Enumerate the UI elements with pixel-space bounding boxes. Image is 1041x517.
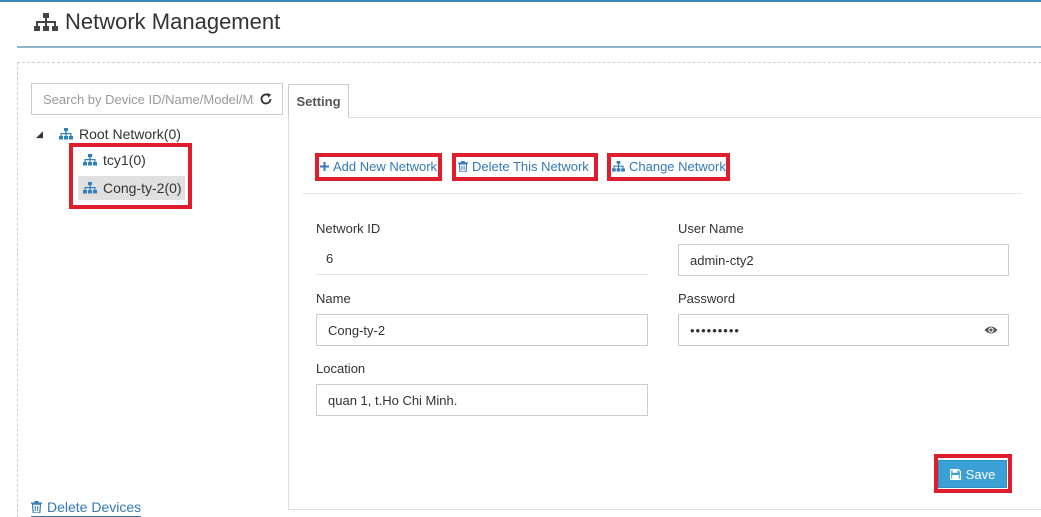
device-search [31, 83, 283, 115]
delete-devices-label: Delete Devices [47, 499, 142, 515]
add-network-button[interactable]: Add New Network [320, 159, 437, 174]
tree-node-cong-ty-2[interactable]: Cong-ty-2(0) [78, 176, 185, 200]
trash-icon [458, 161, 468, 172]
sitemap-icon [34, 13, 58, 31]
tree-node-label: Cong-ty-2(0) [103, 180, 182, 196]
page-header: Network Management [33, 6, 280, 38]
page-title: Network Management [65, 9, 281, 34]
change-network-label: Change Network [629, 159, 726, 174]
refresh-icon[interactable] [254, 87, 278, 111]
network-id-value: 6 [316, 243, 648, 275]
delete-network-label: Delete This Network [472, 159, 589, 174]
delete-devices-link[interactable]: Delete Devices [31, 499, 142, 517]
save-button[interactable]: Save [938, 460, 1007, 488]
location-field[interactable] [316, 384, 648, 416]
delete-network-button[interactable]: Delete This Network [458, 159, 589, 174]
sitemap-icon [612, 161, 625, 172]
user-name-field[interactable] [678, 244, 1009, 276]
name-field[interactable] [316, 314, 648, 346]
trash-icon [31, 501, 42, 513]
tree-root-label: Root Network(0) [79, 126, 181, 142]
password-field[interactable] [679, 316, 969, 344]
password-label: Password [678, 291, 736, 306]
sitemap-icon [83, 182, 97, 194]
sitemap-icon [59, 128, 73, 140]
tree-root-node[interactable]: ◢ Root Network(0) [36, 124, 181, 144]
change-network-button[interactable]: Change Network [612, 159, 726, 174]
top-border [0, 0, 1041, 2]
password-field-wrapper [678, 314, 1009, 346]
eye-icon[interactable] [984, 324, 998, 336]
tab-setting[interactable]: Setting [288, 84, 349, 118]
tree-node-label: tcy1(0) [103, 152, 146, 168]
header-divider [17, 46, 1041, 48]
search-input[interactable] [32, 85, 254, 113]
add-network-label: Add New Network [333, 159, 438, 174]
sitemap-icon [83, 154, 97, 166]
plus-icon [320, 162, 329, 171]
network-id-label: Network ID [316, 221, 381, 236]
tree-node-tcy1[interactable]: tcy1(0) [78, 148, 149, 172]
save-label: Save [965, 466, 996, 482]
name-label: Name [316, 291, 351, 306]
floppy-disk-icon [949, 468, 961, 480]
collapse-toggle-icon[interactable]: ◢ [36, 129, 48, 140]
actions-divider [302, 193, 1022, 194]
location-label: Location [316, 361, 366, 376]
user-name-label: User Name [678, 221, 744, 236]
